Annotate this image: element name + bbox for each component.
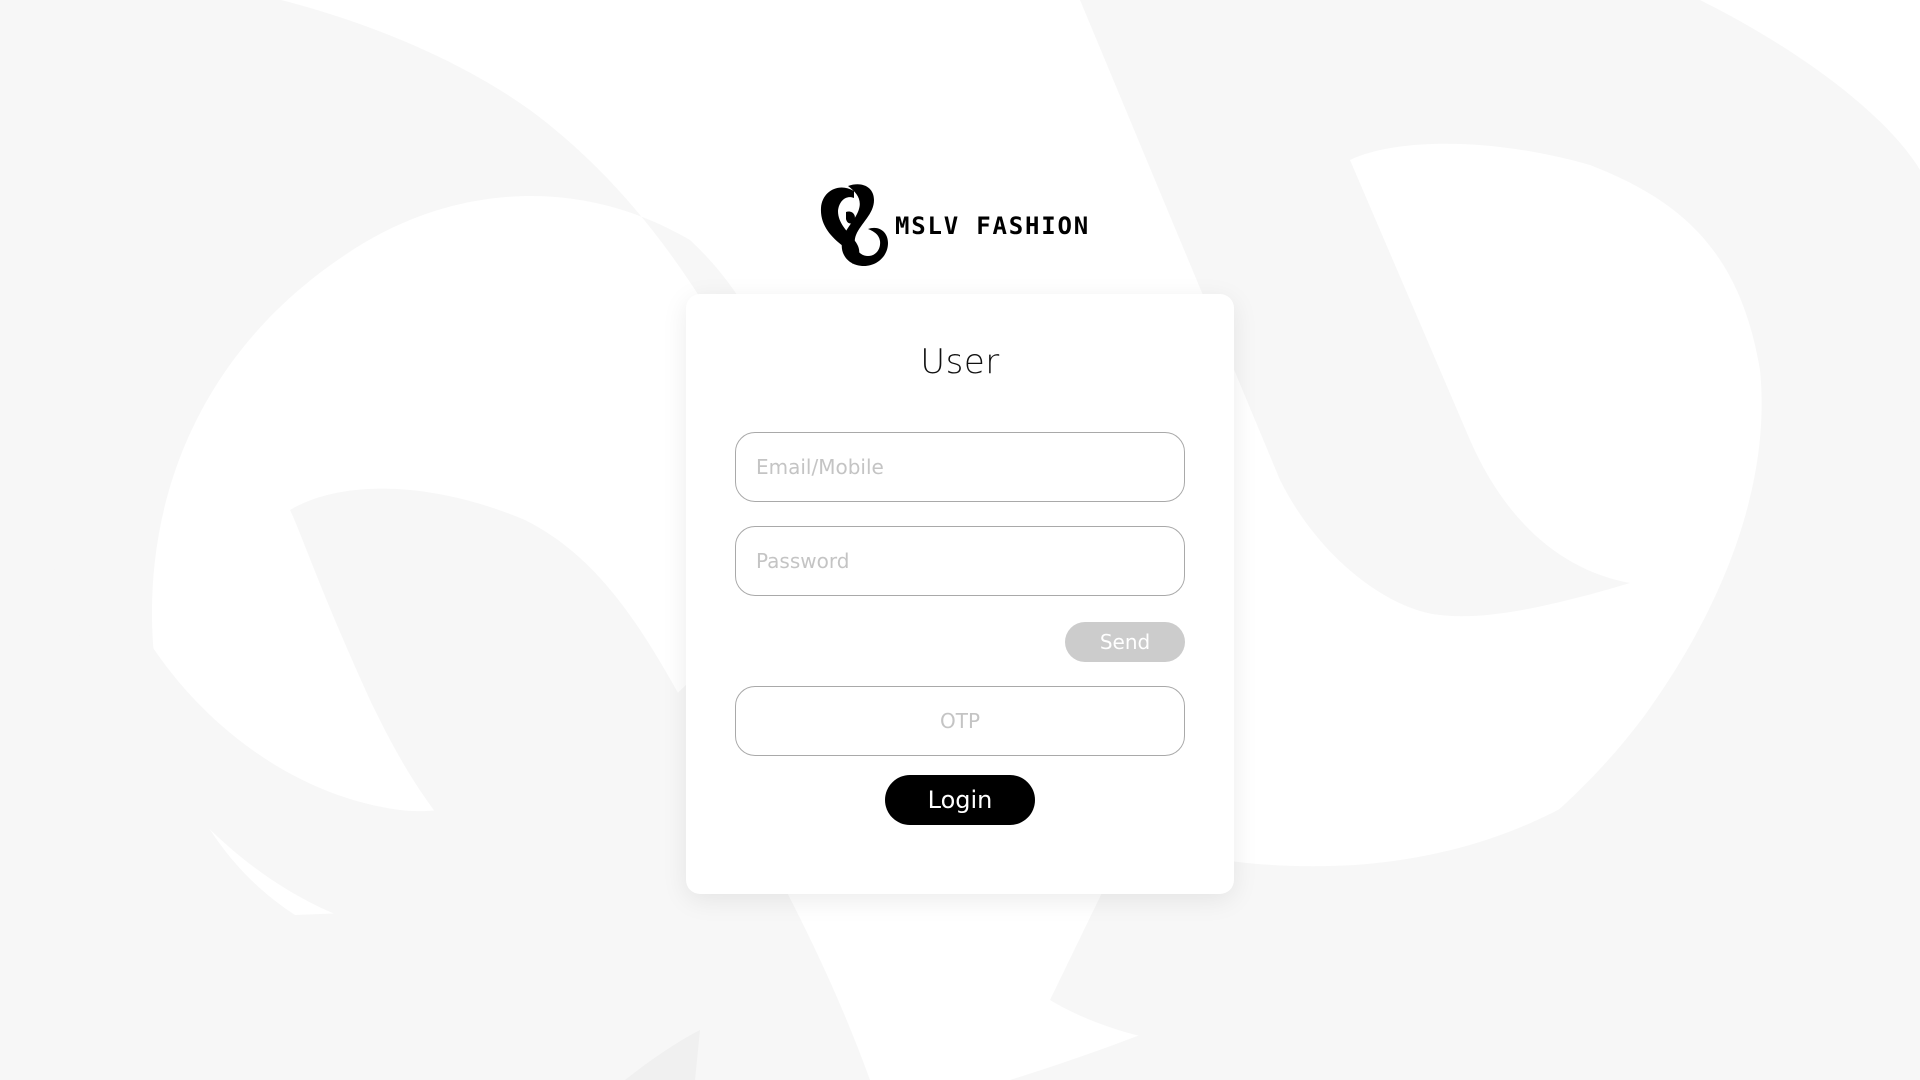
brand-wordmark: MSLV FASHION — [895, 212, 1090, 240]
mslv-logo-icon — [820, 184, 888, 266]
login-button[interactable]: Login — [885, 775, 1035, 825]
brand-logo: MSLV FASHION — [818, 183, 1102, 267]
svg-text:MSLV FASHION: MSLV FASHION — [895, 212, 1090, 240]
otp-input[interactable] — [735, 686, 1185, 756]
password-input[interactable] — [735, 526, 1185, 596]
send-otp-button[interactable]: Send — [1065, 622, 1185, 662]
login-card: User Send Login — [686, 294, 1234, 894]
page-title: User — [920, 342, 1000, 382]
email-mobile-input[interactable] — [735, 432, 1185, 502]
